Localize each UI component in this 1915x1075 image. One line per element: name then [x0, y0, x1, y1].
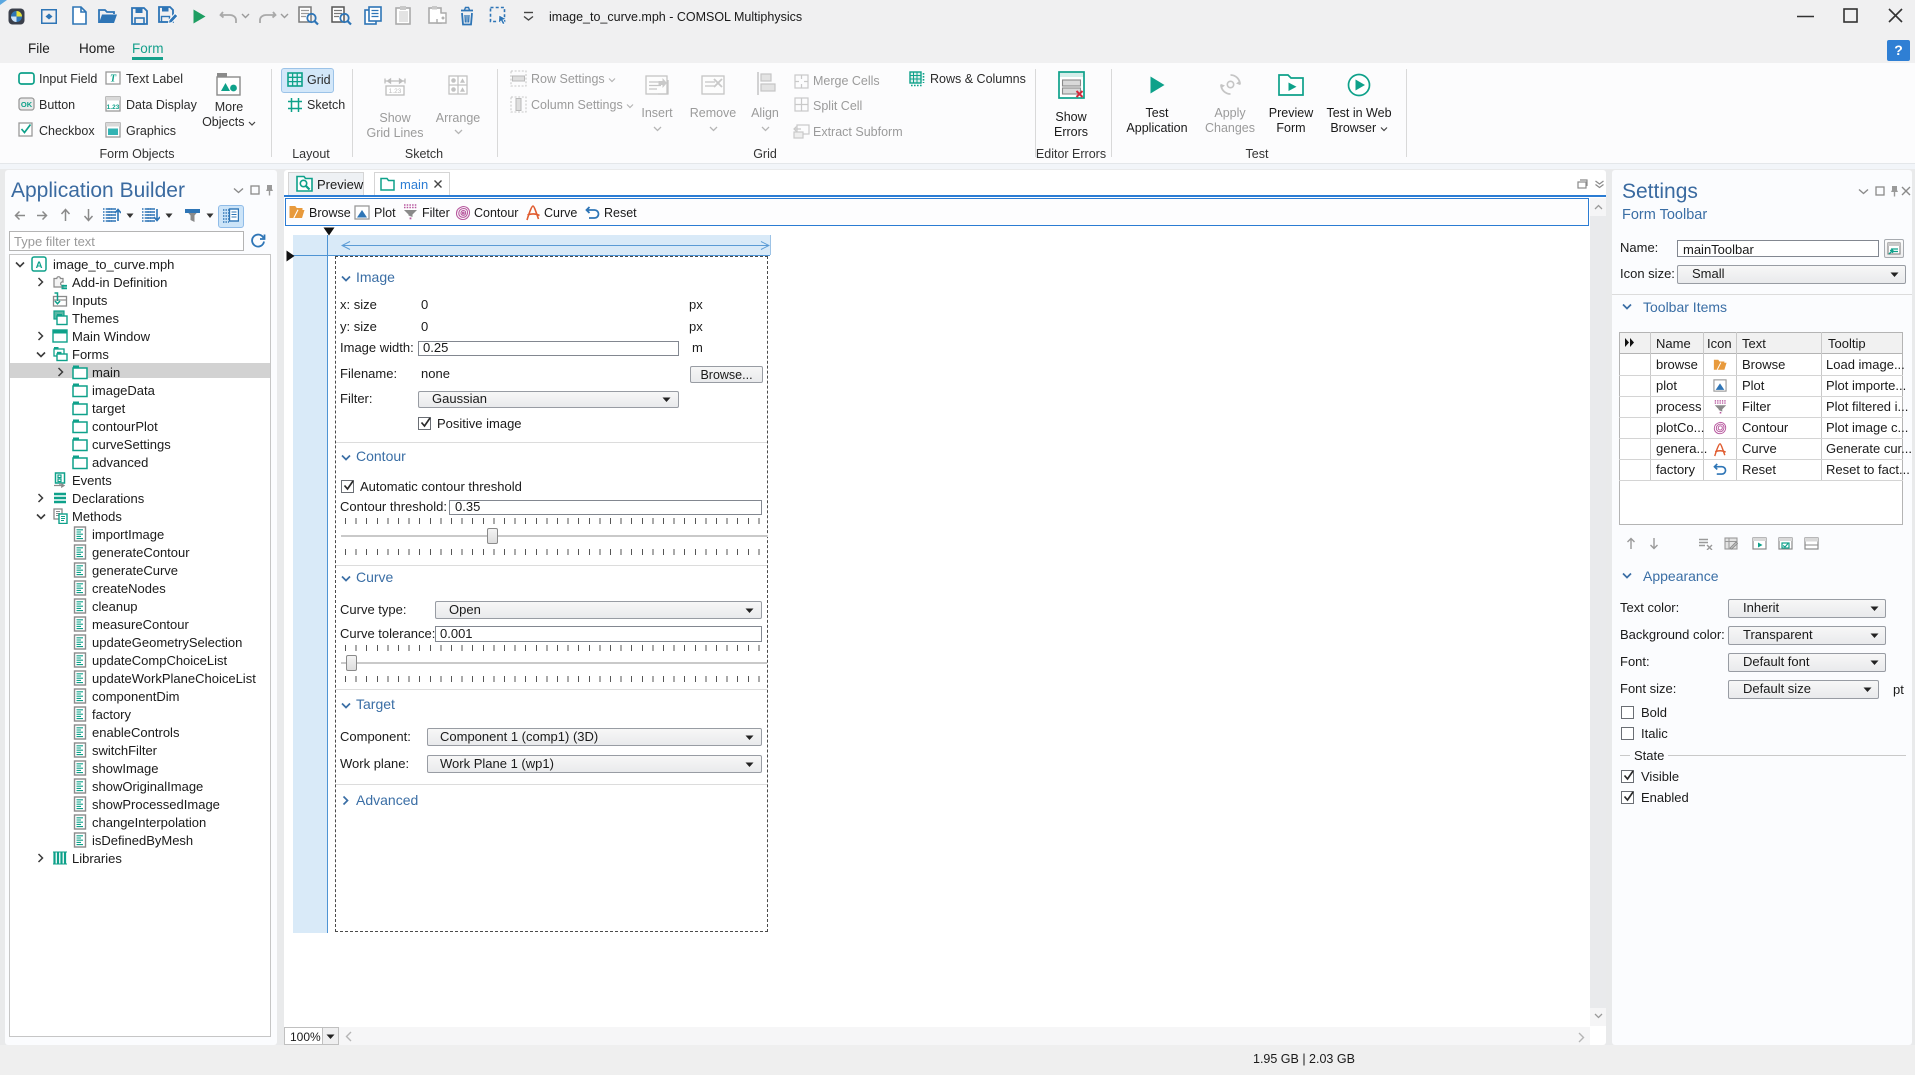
svg-text:1.23: 1.23 [389, 88, 402, 95]
svg-text:T: T [110, 74, 117, 85]
svg-text:1.23: 1.23 [107, 104, 120, 111]
svg-text:A: A [36, 260, 43, 271]
svg-text:OK: OK [21, 100, 33, 109]
